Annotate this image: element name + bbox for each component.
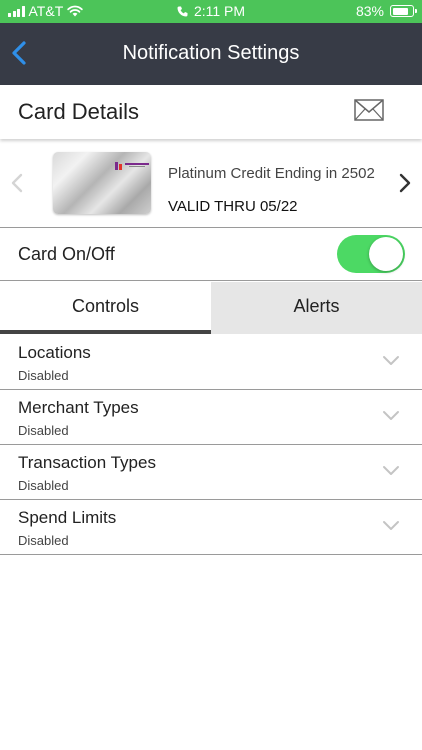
toggle-knob bbox=[369, 237, 403, 271]
battery-percent: 83% bbox=[355, 3, 384, 19]
battery-fill bbox=[392, 7, 409, 15]
status-right: 83% bbox=[355, 3, 417, 19]
list-item-title: Merchant Types bbox=[18, 398, 139, 417]
list-item-status: Disabled bbox=[18, 533, 69, 548]
card-valid-thru: VALID THRU 05/22 bbox=[168, 198, 298, 215]
list-item-status: Disabled bbox=[18, 423, 69, 438]
status-bar: AT&T 2:11 PM 83% bbox=[0, 0, 422, 23]
card-toggle-label: Card On/Off bbox=[18, 244, 115, 264]
card-carousel: Platinum Credit Ending in 2502 VALID THR… bbox=[0, 140, 422, 228]
envelope-icon bbox=[354, 99, 384, 121]
nav-bar: Notification Settings bbox=[0, 23, 422, 85]
battery-icon bbox=[390, 5, 417, 17]
list-item-title: Locations bbox=[18, 343, 91, 362]
list-item-title: Spend Limits bbox=[18, 508, 117, 527]
list-item-title: Transaction Types bbox=[18, 453, 156, 472]
tab-bar: Controls Alerts bbox=[0, 282, 422, 334]
card-on-off-toggle[interactable] bbox=[337, 235, 405, 273]
list-item-spend-limits[interactable]: Spend Limits Disabled bbox=[0, 500, 422, 555]
list-item-locations[interactable]: Locations Disabled bbox=[0, 335, 422, 390]
chevron-right-icon bbox=[399, 173, 411, 193]
list-item-transaction-types[interactable]: Transaction Types Disabled bbox=[0, 445, 422, 500]
list-item-merchant-types[interactable]: Merchant Types Disabled bbox=[0, 390, 422, 445]
mail-button[interactable] bbox=[354, 99, 384, 121]
previous-card-button[interactable] bbox=[9, 172, 25, 194]
list-item-status: Disabled bbox=[18, 368, 69, 383]
card-details-header: Card Details bbox=[0, 85, 422, 139]
card-image bbox=[53, 152, 151, 214]
card-brand-wordmark bbox=[125, 163, 149, 167]
tab-controls[interactable]: Controls bbox=[0, 282, 211, 334]
chevron-down-icon bbox=[383, 411, 399, 420]
card-description: Platinum Credit Ending in 2502 bbox=[168, 165, 375, 182]
chevron-down-icon bbox=[383, 356, 399, 365]
chevron-left-icon bbox=[11, 173, 23, 193]
list-item-status: Disabled bbox=[18, 478, 69, 493]
clock: 2:11 PM bbox=[193, 3, 246, 19]
chevron-down-icon bbox=[383, 521, 399, 530]
card-logo-icon bbox=[115, 162, 122, 170]
card-toggle-row: Card On/Off bbox=[0, 229, 422, 281]
phone-icon bbox=[177, 6, 188, 16]
card-details-title: Card Details bbox=[18, 99, 140, 124]
page-title: Notification Settings bbox=[122, 42, 300, 64]
chevron-down-icon bbox=[383, 466, 399, 475]
tab-alerts[interactable]: Alerts bbox=[211, 282, 422, 334]
next-card-button[interactable] bbox=[397, 172, 413, 194]
